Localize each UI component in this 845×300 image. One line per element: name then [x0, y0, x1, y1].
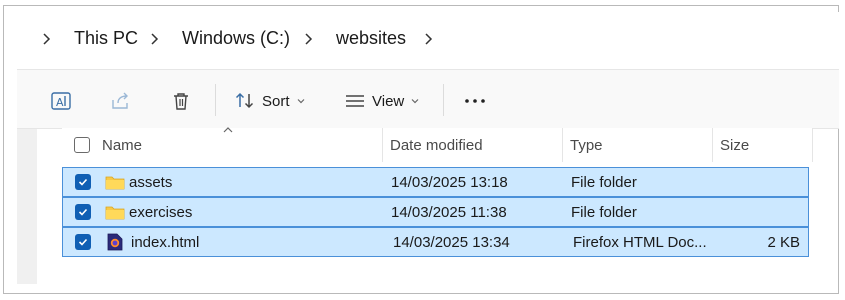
column-date-modified[interactable]: Date modified [390, 128, 483, 162]
toolbar-divider [443, 84, 444, 116]
chevron-right-icon[interactable] [420, 31, 436, 47]
column-name[interactable]: Name [102, 128, 142, 162]
folder-icon [105, 176, 125, 190]
view-button[interactable]: View [344, 86, 420, 116]
row-checkbox[interactable] [75, 234, 91, 250]
column-size[interactable]: Size [720, 128, 749, 162]
breadcrumb-websites[interactable]: websites [336, 28, 406, 49]
share-button[interactable] [110, 86, 132, 116]
breadcrumb-windows-c[interactable]: Windows (C:) [182, 28, 290, 49]
svg-text:A: A [56, 96, 64, 109]
delete-icon [174, 93, 188, 110]
chevron-down-icon [297, 99, 304, 104]
checkmark-icon [78, 208, 88, 216]
checkmark-icon [78, 178, 88, 186]
rename-button[interactable]: A [50, 86, 72, 116]
column-header-row: Name Date modified Type Size [62, 127, 813, 162]
html-file-icon [107, 233, 123, 251]
file-type: File folder [571, 173, 637, 191]
select-all-checkbox[interactable] [74, 137, 90, 153]
chevron-right-icon[interactable] [38, 31, 54, 47]
file-type: Firefox HTML Doc... [573, 233, 707, 251]
column-name-label: Name [102, 136, 143, 154]
breadcrumb-this-pc[interactable]: This PC [74, 28, 138, 49]
column-divider[interactable] [382, 128, 383, 162]
file-type: File folder [571, 203, 637, 221]
sort-button[interactable]: Sort [234, 86, 306, 116]
sort-icon [235, 92, 254, 109]
view-label: View [372, 92, 405, 110]
column-size-label: Size [720, 136, 750, 154]
column-divider[interactable] [562, 128, 563, 162]
chevron-right-icon[interactable] [300, 31, 316, 47]
rename-icon: A [51, 92, 71, 110]
table-row[interactable]: exercises 14/03/2025 11:38 File folder [62, 197, 809, 227]
file-name: index.html [131, 233, 200, 251]
toolbar-divider [215, 84, 216, 116]
file-date: 14/03/2025 11:38 [391, 203, 507, 221]
file-size: 2 KB [767, 233, 800, 251]
chevron-down-icon [411, 99, 419, 104]
more-options-button[interactable] [463, 86, 487, 116]
file-date: 14/03/2025 13:18 [391, 173, 508, 191]
row-checkbox[interactable] [75, 174, 91, 190]
checkmark-icon [78, 238, 88, 246]
table-row[interactable]: assets 14/03/2025 13:18 File folder [62, 167, 809, 197]
folder-icon [105, 206, 125, 220]
share-icon [112, 92, 128, 109]
file-name: assets [129, 173, 173, 191]
file-name: exercises [129, 203, 193, 221]
column-type-label: Type [570, 136, 603, 154]
column-divider[interactable] [812, 128, 813, 162]
sort-label: Sort [262, 92, 290, 110]
column-type[interactable]: Type [570, 128, 603, 162]
delete-button[interactable] [170, 86, 192, 116]
chevron-right-icon[interactable] [146, 31, 162, 47]
column-date-label: Date modified [390, 136, 483, 154]
table-row[interactable]: index.html 14/03/2025 13:34 Firefox HTML… [62, 227, 809, 257]
sort-ascending-icon [223, 127, 233, 133]
row-checkbox[interactable] [75, 204, 91, 220]
more-icon [465, 99, 485, 103]
command-bar [17, 70, 839, 129]
column-divider[interactable] [712, 128, 713, 162]
view-icon [346, 95, 364, 107]
file-date: 14/03/2025 13:34 [393, 233, 510, 251]
